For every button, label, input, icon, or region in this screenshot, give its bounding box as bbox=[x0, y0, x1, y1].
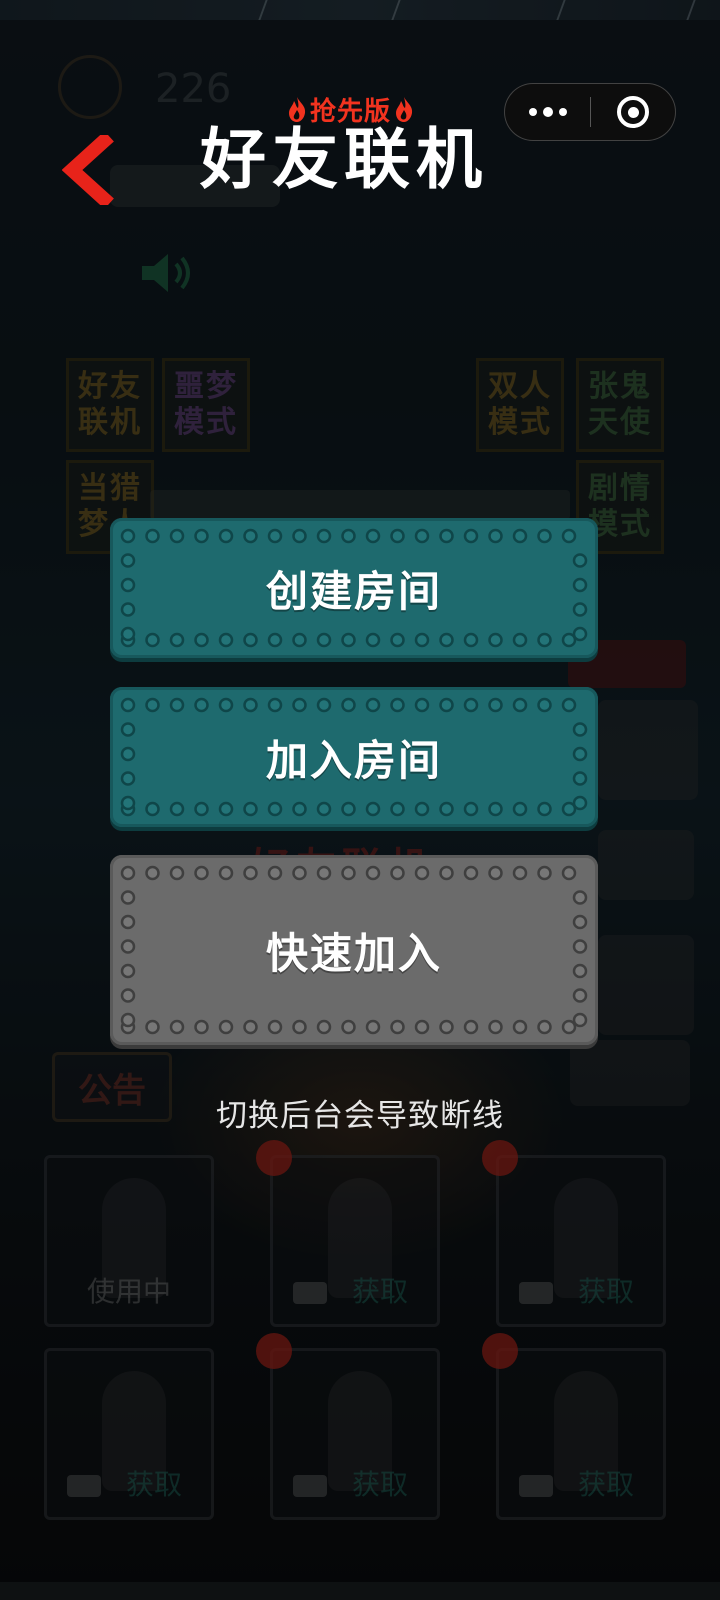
disconnect-hint: 切换后台会导致断线 bbox=[216, 1098, 504, 1134]
flame-icon bbox=[289, 97, 306, 122]
join-room-label: 加入房间 bbox=[265, 735, 442, 785]
miniprogram-capsule bbox=[504, 83, 676, 141]
join-room-button[interactable]: 加入房间 bbox=[110, 687, 598, 827]
quick-join-label: 快速加入 bbox=[265, 928, 442, 978]
back-chevron-icon[interactable] bbox=[62, 135, 118, 205]
create-room-button[interactable]: 创建房间 bbox=[110, 518, 598, 658]
quick-join-button[interactable]: 快速加入 bbox=[110, 855, 598, 1045]
more-dots-icon[interactable] bbox=[505, 84, 590, 140]
page-title: 好友联机 bbox=[200, 121, 488, 198]
close-target-icon[interactable] bbox=[591, 84, 675, 140]
create-room-label: 创建房间 bbox=[265, 566, 442, 616]
flame-icon bbox=[396, 97, 413, 122]
